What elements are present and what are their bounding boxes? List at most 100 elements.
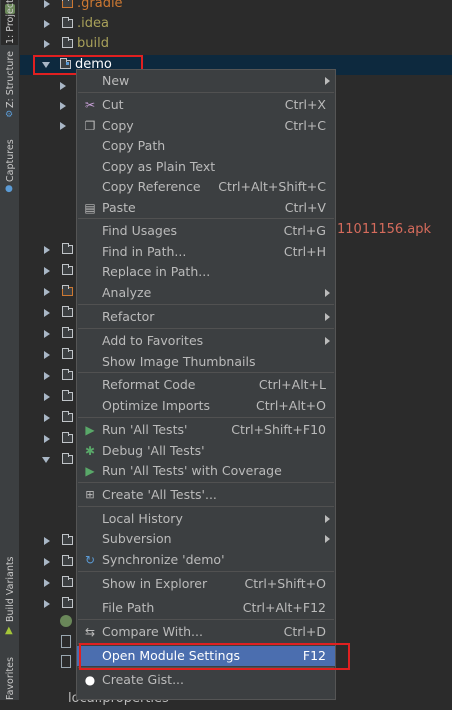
menu-separator bbox=[78, 417, 334, 418]
expand-arrow-icon[interactable] bbox=[44, 600, 50, 608]
folder-icon bbox=[62, 576, 73, 587]
menu-item-replace-in-path[interactable]: Replace in Path... bbox=[77, 262, 335, 282]
folder-icon bbox=[62, 37, 73, 48]
menu-item-label: Reformat Code bbox=[102, 377, 196, 392]
folder-icon bbox=[62, 432, 73, 443]
tab-project[interactable]: 1: Project bbox=[1, 0, 18, 45]
menu-item-run-all-tests[interactable]: ▶ Run 'All Tests' Ctrl+Shift+F10 bbox=[77, 420, 335, 440]
menu-item-copy-path[interactable]: Copy Path bbox=[77, 136, 335, 156]
submenu-arrow-icon bbox=[325, 515, 330, 523]
menu-item-shortcut: Ctrl+V bbox=[284, 200, 326, 215]
menu-item-copy-reference[interactable]: Copy Reference Ctrl+Alt+Shift+C bbox=[77, 177, 335, 197]
menu-item-shortcut: Ctrl+H bbox=[283, 244, 326, 259]
menu-item-local-history[interactable]: Local History bbox=[77, 509, 335, 529]
menu-item-label: Subversion bbox=[102, 531, 172, 546]
menu-item-add-to-favorites[interactable]: Add to Favorites bbox=[77, 331, 335, 351]
folder-icon bbox=[62, 306, 73, 317]
expand-arrow-icon[interactable] bbox=[60, 82, 66, 90]
tree-item-gradle[interactable]: .gradle bbox=[20, 0, 452, 14]
copy-icon: ❐ bbox=[84, 119, 96, 133]
tree-item-build[interactable]: build bbox=[20, 34, 452, 54]
menu-item-label: File Path bbox=[102, 600, 155, 615]
menu-separator bbox=[78, 372, 334, 373]
menu-item-file-path[interactable]: File Path Ctrl+Alt+F12 bbox=[77, 598, 335, 618]
expand-arrow-icon[interactable] bbox=[44, 309, 50, 317]
menu-item-label: Copy Path bbox=[102, 138, 166, 153]
menu-item-analyze[interactable]: Analyze bbox=[77, 283, 335, 303]
menu-separator bbox=[78, 482, 334, 483]
menu-item-new[interactable]: New bbox=[77, 71, 335, 91]
menu-item-find-usages[interactable]: Find Usages Ctrl+G bbox=[77, 221, 335, 241]
expand-arrow-icon[interactable] bbox=[44, 40, 50, 48]
file-icon bbox=[61, 635, 71, 648]
submenu-arrow-icon bbox=[325, 535, 330, 543]
menu-item-synchronize[interactable]: ↻ Synchronize 'demo' bbox=[77, 550, 335, 570]
tab-structure[interactable]: Z: Structure ⚙ bbox=[1, 50, 18, 122]
expand-arrow-icon[interactable] bbox=[44, 537, 50, 545]
menu-item-label: Show in Explorer bbox=[102, 576, 208, 591]
menu-item-label: Add to Favorites bbox=[102, 333, 204, 348]
expand-arrow-icon[interactable] bbox=[44, 579, 50, 587]
folder-icon bbox=[62, 390, 73, 401]
menu-item-shortcut: Ctrl+Alt+Shift+C bbox=[218, 179, 326, 194]
expand-arrow-icon[interactable] bbox=[44, 393, 50, 401]
tab-captures-label: Captures bbox=[5, 139, 16, 182]
menu-item-copy[interactable]: ❐ Copy Ctrl+C bbox=[77, 116, 335, 136]
menu-item-reformat-code[interactable]: Reformat Code Ctrl+Alt+L bbox=[77, 375, 335, 395]
tree-item-label: .idea bbox=[77, 16, 109, 31]
expand-arrow-icon[interactable] bbox=[44, 288, 50, 296]
expand-arrow-icon[interactable] bbox=[44, 246, 50, 254]
submenu-arrow-icon bbox=[325, 313, 330, 321]
menu-item-label: Analyze bbox=[102, 285, 152, 300]
folder-icon bbox=[62, 453, 73, 464]
submenu-arrow-icon bbox=[325, 289, 330, 297]
expand-arrow-icon[interactable] bbox=[44, 267, 50, 275]
menu-item-paste[interactable]: ▤ Paste Ctrl+V bbox=[77, 198, 335, 218]
expand-arrow-icon[interactable] bbox=[44, 0, 50, 8]
tab-project-label: 1: Project bbox=[5, 0, 16, 44]
menu-item-copy-plain-text[interactable]: Copy as Plain Text bbox=[77, 157, 335, 177]
menu-item-subversion[interactable]: Subversion bbox=[77, 529, 335, 549]
expand-arrow-icon[interactable] bbox=[44, 20, 50, 28]
tree-item-label: build bbox=[77, 36, 109, 51]
menu-item-optimize-imports[interactable]: Optimize Imports Ctrl+Alt+O bbox=[77, 396, 335, 416]
menu-item-show-in-explorer[interactable]: Show in Explorer Ctrl+Shift+O bbox=[77, 574, 335, 594]
tab-favorites[interactable]: Favorites bbox=[1, 657, 18, 700]
tab-build-variants[interactable]: Build Variants ▲ bbox=[1, 556, 18, 640]
folder-icon bbox=[62, 285, 73, 296]
menu-item-create-all-tests[interactable]: ⊞ Create 'All Tests'... bbox=[77, 485, 335, 505]
menu-item-debug-all-tests[interactable]: ✱ Debug 'All Tests' bbox=[77, 441, 335, 461]
expand-arrow-icon[interactable] bbox=[44, 558, 50, 566]
menu-item-create-gist[interactable]: ● Create Gist... bbox=[77, 670, 335, 690]
folder-icon bbox=[62, 555, 73, 566]
tree-item-label: .gradle bbox=[77, 0, 123, 11]
expand-arrow-icon[interactable] bbox=[44, 330, 50, 338]
expand-arrow-icon[interactable] bbox=[44, 351, 50, 359]
menu-item-label: Show Image Thumbnails bbox=[102, 354, 256, 369]
menu-item-label: Compare With... bbox=[102, 624, 203, 639]
menu-item-cut[interactable]: ✂ Cut Ctrl+X bbox=[77, 95, 335, 115]
menu-item-refactor[interactable]: Refactor bbox=[77, 307, 335, 327]
tab-favorites-label: Favorites bbox=[5, 657, 16, 700]
context-menu: New ✂ Cut Ctrl+X ❐ Copy Ctrl+C Copy Path Cop… bbox=[76, 69, 336, 700]
menu-item-label: Create 'All Tests'... bbox=[102, 487, 217, 502]
menu-separator bbox=[78, 328, 334, 329]
menu-item-shortcut: Ctrl+D bbox=[283, 624, 326, 639]
collapse-arrow-icon[interactable] bbox=[42, 457, 50, 463]
menu-separator bbox=[78, 619, 334, 620]
expand-arrow-icon[interactable] bbox=[44, 414, 50, 422]
expand-arrow-icon[interactable] bbox=[44, 372, 50, 380]
folder-icon bbox=[62, 348, 73, 359]
menu-item-find-in-path[interactable]: Find in Path... Ctrl+H bbox=[77, 242, 335, 262]
expand-arrow-icon[interactable] bbox=[44, 435, 50, 443]
menu-item-compare-with[interactable]: ⇆ Compare With... Ctrl+D bbox=[77, 622, 335, 642]
menu-item-run-with-coverage[interactable]: ▶ Run 'All Tests' with Coverage bbox=[77, 461, 335, 481]
tree-item-idea[interactable]: .idea bbox=[20, 14, 452, 34]
menu-item-show-image-thumbnails[interactable]: Show Image Thumbnails bbox=[77, 352, 335, 372]
expand-arrow-icon[interactable] bbox=[60, 102, 66, 110]
expand-arrow-icon[interactable] bbox=[60, 122, 66, 130]
sync-icon: ↻ bbox=[84, 553, 96, 567]
menu-item-label: Copy bbox=[102, 118, 134, 133]
compare-icon: ⇆ bbox=[84, 625, 96, 639]
tab-captures[interactable]: Captures ● bbox=[1, 139, 18, 200]
